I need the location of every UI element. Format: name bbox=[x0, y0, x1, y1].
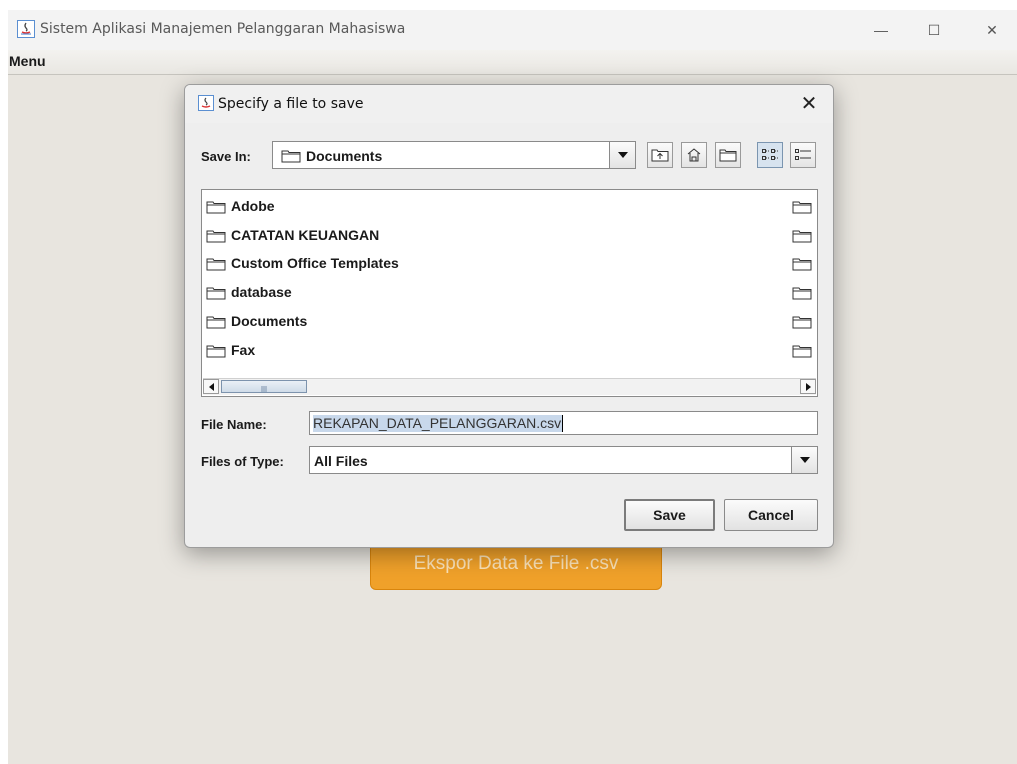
window-titlebar: Sistem Aplikasi Manajemen Pelanggaran Ma… bbox=[8, 10, 1017, 50]
files-of-type-label: Files of Type: bbox=[201, 454, 284, 469]
close-window-button[interactable]: ✕ bbox=[970, 16, 1014, 44]
folder-icon bbox=[792, 286, 812, 305]
save-in-value: Documents bbox=[306, 148, 383, 164]
folder-icon bbox=[206, 344, 226, 363]
chevron-down-icon[interactable] bbox=[609, 142, 635, 168]
up-folder-icon bbox=[651, 149, 669, 162]
file-name: Documents bbox=[231, 312, 308, 329]
file-name: database bbox=[231, 284, 292, 301]
home-icon bbox=[687, 148, 701, 162]
save-button[interactable]: Save bbox=[624, 499, 715, 531]
dialog-titlebar: Specify a file to save ✕ bbox=[185, 85, 833, 123]
java-app-icon bbox=[17, 20, 35, 38]
chevron-right-icon bbox=[805, 382, 811, 391]
scrollbar-thumb[interactable] bbox=[221, 380, 307, 393]
file-name: Custom Office Templates bbox=[231, 255, 399, 272]
file-name-value: REKAPAN_DATA_PELANGGARAN.csv bbox=[313, 415, 563, 432]
new-folder-button[interactable] bbox=[715, 142, 741, 168]
close-icon: ✕ bbox=[986, 21, 998, 38]
file-list[interactable]: Adobe CATATAN KEUANGAN Custom Office Templ… bbox=[201, 189, 818, 397]
folder-icon bbox=[281, 150, 301, 163]
menubar: Menu bbox=[8, 50, 1017, 75]
minimize-button[interactable]: — bbox=[859, 16, 903, 44]
list-item[interactable]: database bbox=[204, 281, 812, 305]
scroll-right-button[interactable] bbox=[800, 379, 816, 394]
folder-icon bbox=[206, 315, 226, 334]
save-in-label: Save In: bbox=[201, 149, 251, 164]
list-item[interactable]: CATATAN KEUANGAN bbox=[204, 224, 812, 248]
folder-icon bbox=[792, 344, 812, 363]
file-name-input[interactable]: REKAPAN_DATA_PELANGGARAN.csv bbox=[309, 411, 818, 435]
horizontal-scrollbar[interactable] bbox=[203, 378, 816, 395]
list-item[interactable]: Documents bbox=[204, 310, 812, 334]
dialog-close-button[interactable]: ✕ bbox=[797, 91, 821, 116]
folder-icon bbox=[792, 257, 812, 276]
java-app-icon bbox=[198, 95, 214, 111]
home-button[interactable] bbox=[681, 142, 707, 168]
menu-item-menu[interactable]: Menu bbox=[9, 53, 46, 69]
chevron-down-icon[interactable] bbox=[791, 447, 817, 473]
folder-icon bbox=[792, 200, 812, 219]
list-item[interactable]: Adobe bbox=[204, 195, 812, 219]
file-name: Adobe bbox=[231, 198, 275, 214]
text-caret bbox=[562, 415, 563, 432]
file-name: Fax bbox=[231, 341, 256, 358]
dialog-title: Specify a file to save bbox=[218, 96, 364, 112]
maximize-button[interactable]: ☐ bbox=[912, 16, 956, 44]
window-title: Sistem Aplikasi Manajemen Pelanggaran Ma… bbox=[40, 21, 406, 37]
cancel-button[interactable]: Cancel bbox=[724, 499, 818, 531]
new-folder-icon bbox=[719, 149, 737, 162]
list-view-icon bbox=[762, 149, 778, 160]
chevron-left-icon bbox=[208, 382, 214, 391]
files-of-type-value: All Files bbox=[314, 453, 368, 469]
details-view-button[interactable] bbox=[790, 142, 816, 168]
folder-icon bbox=[792, 315, 812, 334]
folder-icon bbox=[206, 286, 226, 305]
minimize-icon: — bbox=[874, 22, 888, 38]
folder-icon bbox=[206, 200, 226, 219]
files-of-type-combobox[interactable]: All Files bbox=[309, 446, 818, 474]
file-name-label: File Name: bbox=[201, 417, 267, 432]
grip-icon bbox=[261, 386, 267, 392]
save-file-dialog: Specify a file to save ✕ Save In: Docume… bbox=[184, 84, 834, 548]
file-name: CATATAN KEUANGAN bbox=[231, 226, 380, 243]
up-folder-button[interactable] bbox=[647, 142, 673, 168]
folder-icon bbox=[206, 229, 226, 248]
list-view-button[interactable] bbox=[757, 142, 783, 168]
folder-icon bbox=[792, 229, 812, 248]
save-in-combobox[interactable]: Documents bbox=[272, 141, 636, 169]
list-item[interactable]: Custom Office Templates bbox=[204, 252, 812, 276]
folder-icon bbox=[206, 257, 226, 276]
list-item[interactable]: Fax bbox=[204, 339, 812, 363]
scroll-left-button[interactable] bbox=[203, 379, 219, 394]
details-view-icon bbox=[795, 149, 811, 160]
maximize-icon: ☐ bbox=[927, 21, 941, 38]
